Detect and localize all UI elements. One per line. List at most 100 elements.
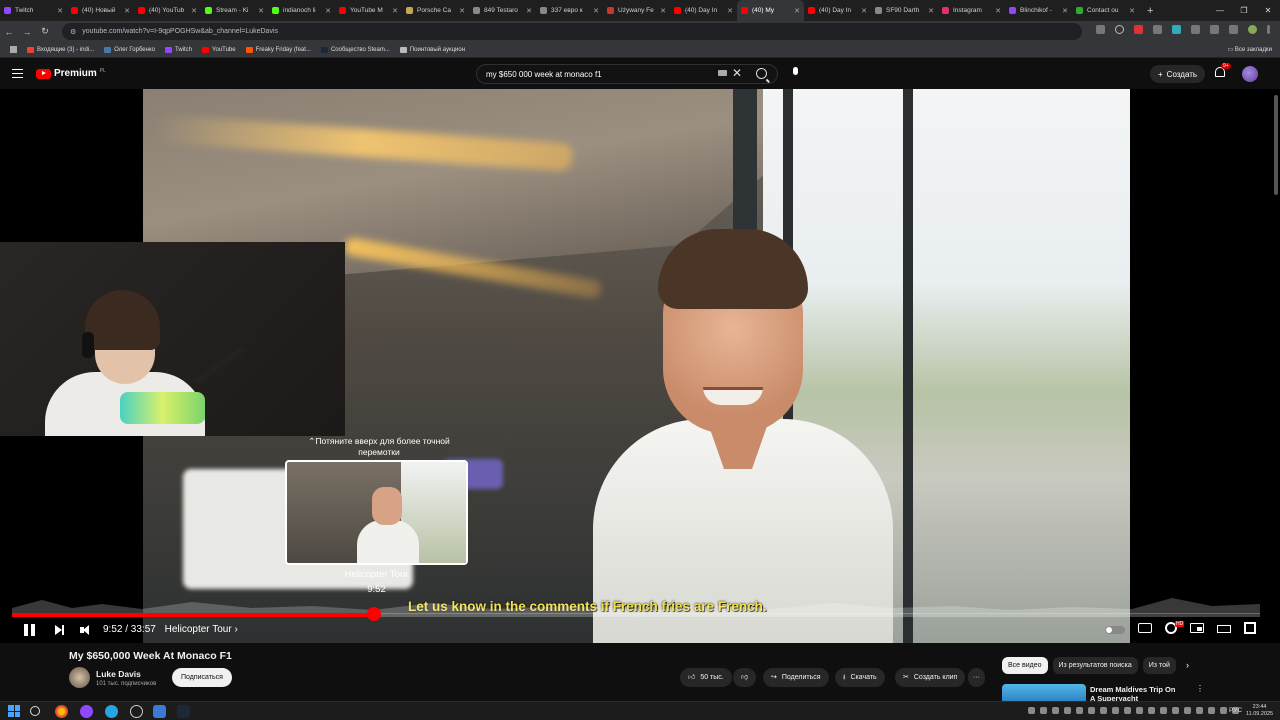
- back-icon[interactable]: ←: [0, 27, 18, 37]
- browser-tab[interactable]: Używany Fe ✕: [603, 0, 670, 21]
- close-tab-icon[interactable]: ✕: [57, 7, 63, 15]
- tray-icon[interactable]: [1220, 707, 1227, 714]
- language-indicator[interactable]: РУС: [1229, 707, 1242, 714]
- chip-from-channel[interactable]: Из той: [1142, 657, 1176, 674]
- more-actions-button[interactable]: ···: [968, 668, 985, 687]
- forward-icon[interactable]: →: [18, 27, 36, 37]
- extension-red-icon[interactable]: [1134, 25, 1143, 34]
- windows-start-icon[interactable]: [8, 705, 20, 717]
- photos-icon[interactable]: [153, 705, 166, 718]
- tray-icon[interactable]: [1208, 707, 1215, 714]
- extension-blue-icon[interactable]: [1172, 25, 1181, 34]
- telegram-icon[interactable]: [105, 705, 118, 718]
- close-tab-icon[interactable]: ✕: [526, 7, 532, 15]
- close-tab-icon[interactable]: ✕: [660, 7, 666, 15]
- extension-icon[interactable]: [1210, 25, 1219, 34]
- bookmark-item[interactable]: Входящие (3) - indi...: [27, 46, 94, 53]
- profile-avatar-icon[interactable]: [1248, 25, 1257, 34]
- browser-tab[interactable]: (40) Day In ✕: [670, 0, 737, 21]
- bookmark-item[interactable]: Олег Горбенко: [104, 46, 155, 53]
- minimize-icon[interactable]: —: [1208, 0, 1232, 21]
- clip-button[interactable]: ✂ Создать клип: [895, 668, 966, 687]
- close-tab-icon[interactable]: ✕: [1062, 7, 1068, 15]
- steam-icon[interactable]: [177, 705, 190, 718]
- pause-icon[interactable]: [24, 624, 36, 636]
- taskbar-search-icon[interactable]: [30, 706, 40, 716]
- close-tab-icon[interactable]: ✕: [928, 7, 934, 15]
- close-tab-icon[interactable]: ✕: [191, 7, 197, 15]
- close-window-icon[interactable]: ✕: [1256, 0, 1280, 21]
- menu-icon[interactable]: [12, 69, 23, 78]
- dislike-button[interactable]: 👎︎: [733, 668, 757, 687]
- search-icon[interactable]: [756, 68, 767, 79]
- extensions-puzzle-icon[interactable]: [1229, 25, 1238, 34]
- new-tab-button[interactable]: +: [1147, 5, 1153, 17]
- channel-name[interactable]: Luke Davis: [96, 669, 141, 679]
- browser-tab[interactable]: Porsche Ca ✕: [402, 0, 469, 21]
- account-avatar[interactable]: [1242, 66, 1258, 82]
- apps-grid-icon[interactable]: [10, 46, 17, 53]
- browser-tab[interactable]: (40) YouTub ✕: [134, 0, 201, 21]
- browser-tab[interactable]: (40) Day In ✕: [804, 0, 871, 21]
- tray-icon[interactable]: [1160, 707, 1167, 714]
- close-tab-icon[interactable]: ✕: [392, 7, 398, 15]
- browser-tab[interactable]: indianoch li ✕: [268, 0, 335, 21]
- subscribe-button[interactable]: Подписаться: [172, 668, 232, 687]
- bookmark-item[interactable]: YouTube: [202, 46, 236, 53]
- tray-icon[interactable]: [1040, 707, 1047, 714]
- settings-gear-icon[interactable]: HD: [1165, 621, 1185, 634]
- browser-tab[interactable]: SF90 Darth ✕: [871, 0, 938, 21]
- subtitles-icon[interactable]: [1138, 623, 1152, 633]
- bookmark-item[interactable]: Twitch: [165, 46, 192, 53]
- extension-icon[interactable]: [1153, 25, 1162, 34]
- chip-all[interactable]: Все видео: [1002, 657, 1048, 674]
- maximize-icon[interactable]: ❐: [1232, 0, 1256, 21]
- cast-icon[interactable]: [1096, 25, 1105, 34]
- close-tab-icon[interactable]: ✕: [861, 7, 867, 15]
- next-video-icon[interactable]: [55, 625, 64, 635]
- taskbar-clock[interactable]: 23:44 11.09.2025: [1246, 704, 1273, 718]
- tray-icon[interactable]: [1028, 707, 1035, 714]
- browser-tab[interactable]: Blinchikof - ✕: [1005, 0, 1072, 21]
- tray-icon[interactable]: [1148, 707, 1155, 714]
- tray-icon[interactable]: [1064, 707, 1071, 714]
- browser-menu-icon[interactable]: [1267, 25, 1270, 34]
- close-tab-icon[interactable]: ✕: [995, 7, 1001, 15]
- channel-avatar[interactable]: [69, 667, 90, 688]
- browser-tab[interactable]: 337 евро к ✕: [536, 0, 603, 21]
- like-button[interactable]: 👍︎ 50 тыс.: [680, 668, 732, 687]
- theater-mode-icon[interactable]: [1217, 624, 1231, 633]
- browser-tab[interactable]: (40) Новый ✕: [67, 0, 134, 21]
- download-button[interactable]: ⭳ Скачать: [835, 668, 885, 687]
- extension-icon[interactable]: [1191, 25, 1200, 34]
- autoplay-toggle[interactable]: [1105, 625, 1125, 634]
- close-tab-icon[interactable]: ✕: [124, 7, 130, 15]
- video-player[interactable]: ⌃Потяните вверх для более точной перемот…: [0, 89, 1280, 643]
- tray-icon[interactable]: [1184, 707, 1191, 714]
- tray-icon[interactable]: [1172, 707, 1179, 714]
- browser-tab[interactable]: Twitch ✕: [0, 0, 67, 21]
- bookmark-item[interactable]: Поинтовый аукцион: [399, 46, 465, 53]
- discord-icon[interactable]: [80, 705, 93, 718]
- browser-tab[interactable]: Instagram ✕: [938, 0, 1005, 21]
- recommended-thumbnail[interactable]: [1002, 684, 1086, 701]
- search-input[interactable]: my $650 000 week at monaco f1 ✕: [476, 64, 778, 84]
- bookmark-item[interactable]: Сообщество Steam...: [320, 46, 390, 53]
- chapter-title-button[interactable]: Helicopter Tour ›: [165, 624, 238, 635]
- close-tab-icon[interactable]: ✕: [1129, 7, 1135, 15]
- tray-icon[interactable]: [1136, 707, 1143, 714]
- volume-icon[interactable]: [80, 625, 90, 635]
- chrome-icon[interactable]: [55, 705, 68, 718]
- bookmark-item[interactable]: Freaky Friday (feat...: [245, 46, 311, 53]
- browser-tab[interactable]: 849 Testaro ✕: [469, 0, 536, 21]
- close-tab-icon[interactable]: ✕: [325, 7, 331, 15]
- close-tab-icon[interactable]: ✕: [258, 7, 264, 15]
- bookmark-star-icon[interactable]: [1115, 25, 1124, 34]
- youtube-logo[interactable]: Premium PL: [36, 68, 106, 79]
- share-button[interactable]: ↪ Поделиться: [763, 668, 829, 687]
- chevron-right-icon[interactable]: ›: [1186, 660, 1189, 670]
- browser-tab[interactable]: Stream - Ki ✕: [201, 0, 268, 21]
- browser-tab[interactable]: (40) My ✕: [737, 0, 804, 21]
- tray-icon[interactable]: [1088, 707, 1095, 714]
- clear-search-icon[interactable]: ✕: [732, 66, 742, 80]
